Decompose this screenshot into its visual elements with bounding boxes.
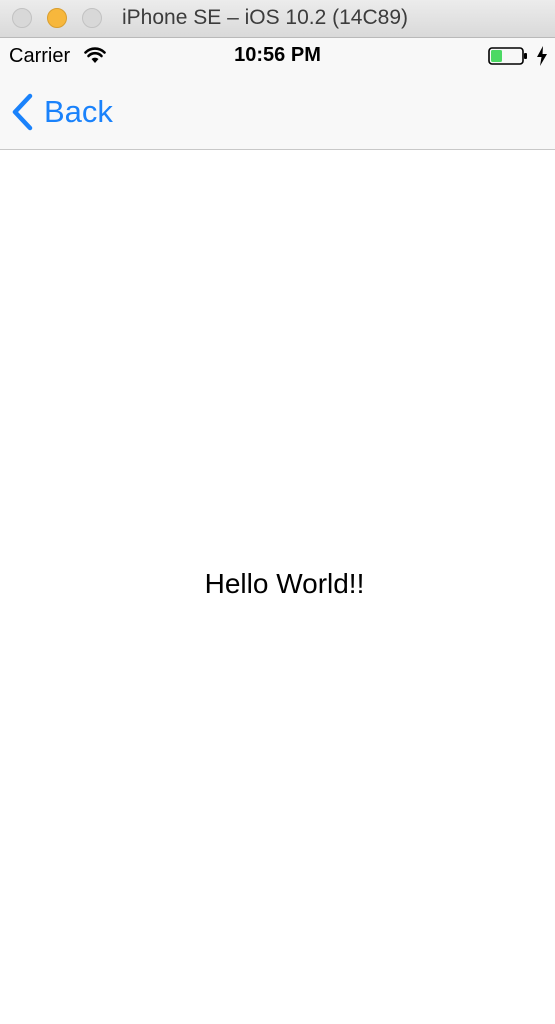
back-button[interactable]: Back (10, 92, 113, 132)
window-title: iPhone SE – iOS 10.2 (14C89) (122, 6, 409, 29)
battery-icon (488, 47, 528, 65)
lightning-bolt-icon (536, 46, 548, 71)
close-window-button[interactable] (12, 8, 32, 28)
navigation-bar: Back (0, 74, 555, 150)
zoom-window-button[interactable] (82, 8, 102, 28)
status-time: 10:56 PM (234, 44, 321, 66)
main-content: Hello World!! (0, 150, 555, 1024)
window-titlebar: iPhone SE – iOS 10.2 (14C89) (0, 0, 555, 38)
back-label: Back (44, 94, 113, 129)
status-bar: Carrier 10:56 PM (0, 38, 555, 74)
minimize-window-button[interactable] (47, 8, 67, 28)
chevron-left-icon (10, 93, 36, 131)
simulator-window: iPhone SE – iOS 10.2 (14C89) Carrier 10:… (0, 0, 555, 1024)
hello-message: Hello World!! (204, 568, 365, 599)
